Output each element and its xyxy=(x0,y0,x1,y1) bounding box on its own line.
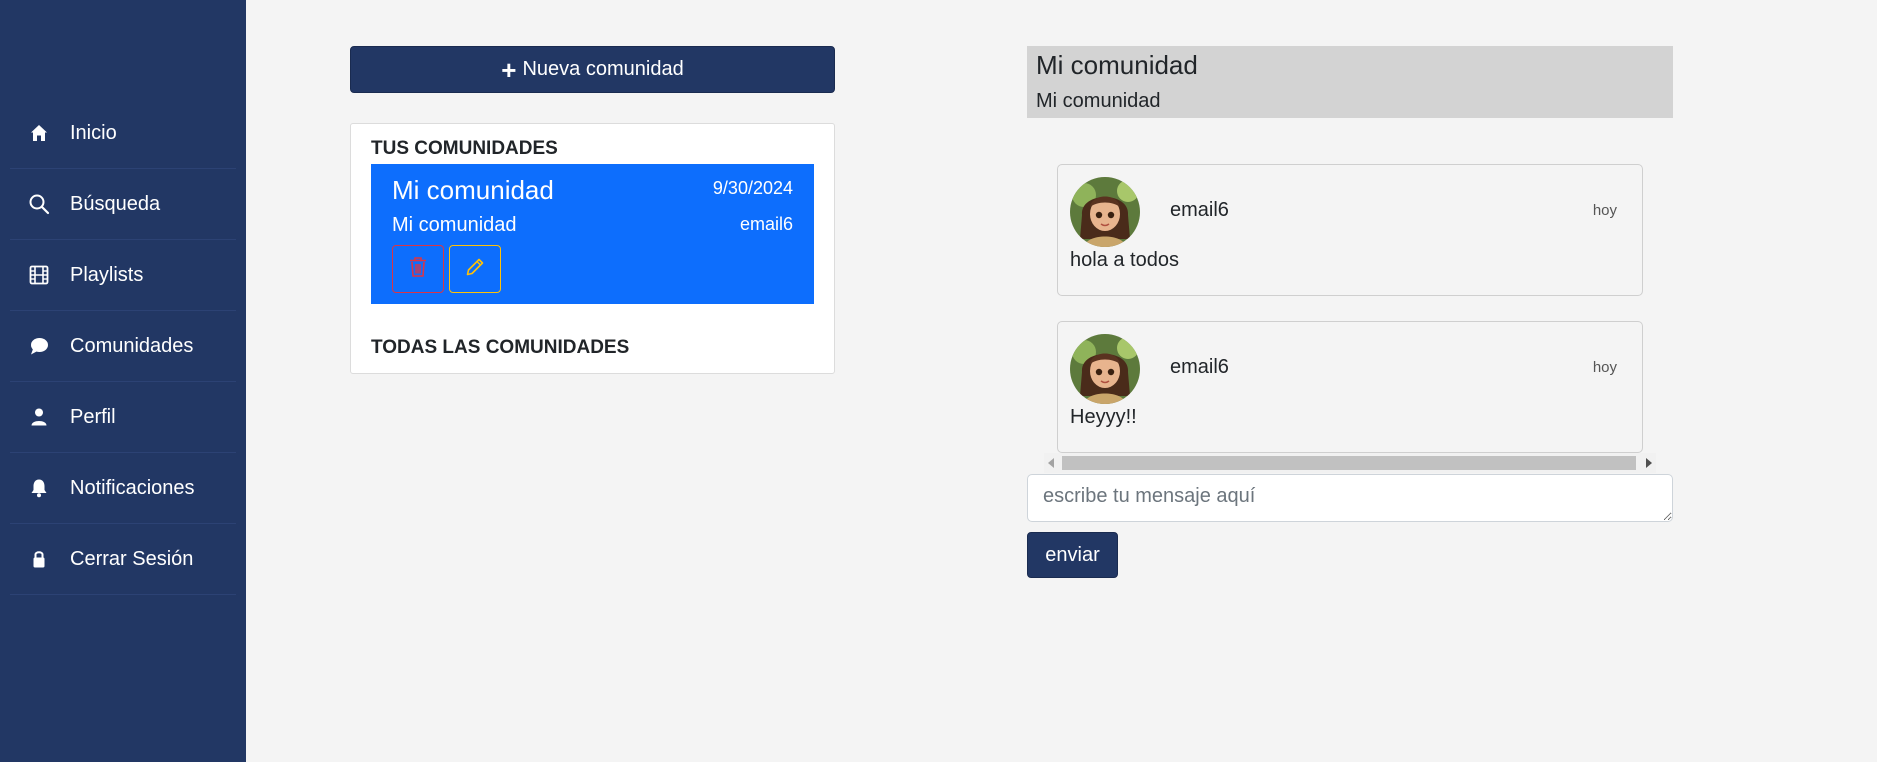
search-icon xyxy=(28,193,50,215)
send-button[interactable]: enviar xyxy=(1027,532,1118,578)
sidebar-item-inicio[interactable]: Inicio xyxy=(10,98,236,169)
trash-icon xyxy=(408,256,428,283)
message-time: hoy xyxy=(1592,202,1617,219)
message-time: hoy xyxy=(1592,359,1617,376)
community-description: Mi comunidad xyxy=(392,214,517,236)
message-user: email6 xyxy=(1170,199,1229,221)
sidebar-item-notificaciones[interactable]: Notificaciones xyxy=(10,453,236,524)
message-text: Heyyy!! xyxy=(1070,406,1137,428)
plus-icon: + xyxy=(501,54,517,85)
chat-message: email6 hoy hola a todos xyxy=(1057,164,1643,296)
film-icon xyxy=(28,264,50,286)
community-owner: email6 xyxy=(739,214,793,234)
sidebar-item-cerrar-sesion[interactable]: Cerrar Sesión xyxy=(10,524,236,595)
sidebar-item-label: Playlists xyxy=(70,263,144,286)
avatar xyxy=(1070,177,1140,247)
chat-header: Mi comunidad Mi comunidad xyxy=(1027,46,1673,118)
new-community-button[interactable]: + Nueva comunidad xyxy=(350,46,835,93)
sidebar-item-perfil[interactable]: Perfil xyxy=(10,382,236,453)
message-input[interactable] xyxy=(1027,474,1673,522)
sidebar-item-busqueda[interactable]: Búsqueda xyxy=(10,169,236,240)
sidebar-item-label: Comunidades xyxy=(70,334,194,357)
sidebar-item-label: Inicio xyxy=(70,121,117,144)
communities-panel: TUS COMUNIDADES Mi comunidad 9/30/2024 M… xyxy=(350,123,835,374)
messages-horizontal-scrollbar[interactable] xyxy=(1044,453,1656,473)
sidebar-nav: Inicio Búsqueda Playlists Comunidades Pe… xyxy=(10,98,236,595)
chat-description: Mi comunidad xyxy=(1036,90,1161,112)
user-icon xyxy=(28,406,50,428)
chat-bubble-icon xyxy=(28,335,50,357)
scroll-left-arrow-icon[interactable] xyxy=(1048,458,1054,468)
my-communities-title: TUS COMUNIDADES xyxy=(371,138,558,159)
sidebar-item-label: Cerrar Sesión xyxy=(70,547,194,570)
sidebar-item-playlists[interactable]: Playlists xyxy=(10,240,236,311)
sidebar-item-label: Perfil xyxy=(70,405,116,428)
sidebar-item-label: Búsqueda xyxy=(70,192,161,215)
delete-community-button[interactable] xyxy=(392,245,444,293)
sidebar-item-comunidades[interactable]: Comunidades xyxy=(10,311,236,382)
community-card[interactable]: Mi comunidad 9/30/2024 Mi comunidad emai… xyxy=(371,164,814,304)
sidebar: Inicio Búsqueda Playlists Comunidades Pe… xyxy=(0,0,246,762)
pencil-icon xyxy=(465,257,485,282)
edit-community-button[interactable] xyxy=(449,245,501,293)
message-text: hola a todos xyxy=(1070,249,1179,271)
message-user: email6 xyxy=(1170,356,1229,378)
community-date: 9/30/2024 xyxy=(712,178,793,198)
lock-icon xyxy=(28,548,50,570)
sidebar-item-label: Notificaciones xyxy=(70,476,195,499)
all-communities-title: TODAS LAS COMUNIDADES xyxy=(371,337,630,358)
home-icon xyxy=(28,122,50,144)
bell-icon xyxy=(28,477,50,499)
scrollbar-thumb[interactable] xyxy=(1062,456,1636,470)
chat-title: Mi comunidad xyxy=(1036,50,1198,80)
new-community-label: Nueva comunidad xyxy=(522,58,684,80)
avatar xyxy=(1070,334,1140,404)
scroll-right-arrow-icon[interactable] xyxy=(1646,458,1652,468)
chat-message: email6 hoy Heyyy!! xyxy=(1057,321,1643,453)
community-title: Mi comunidad xyxy=(392,175,554,205)
